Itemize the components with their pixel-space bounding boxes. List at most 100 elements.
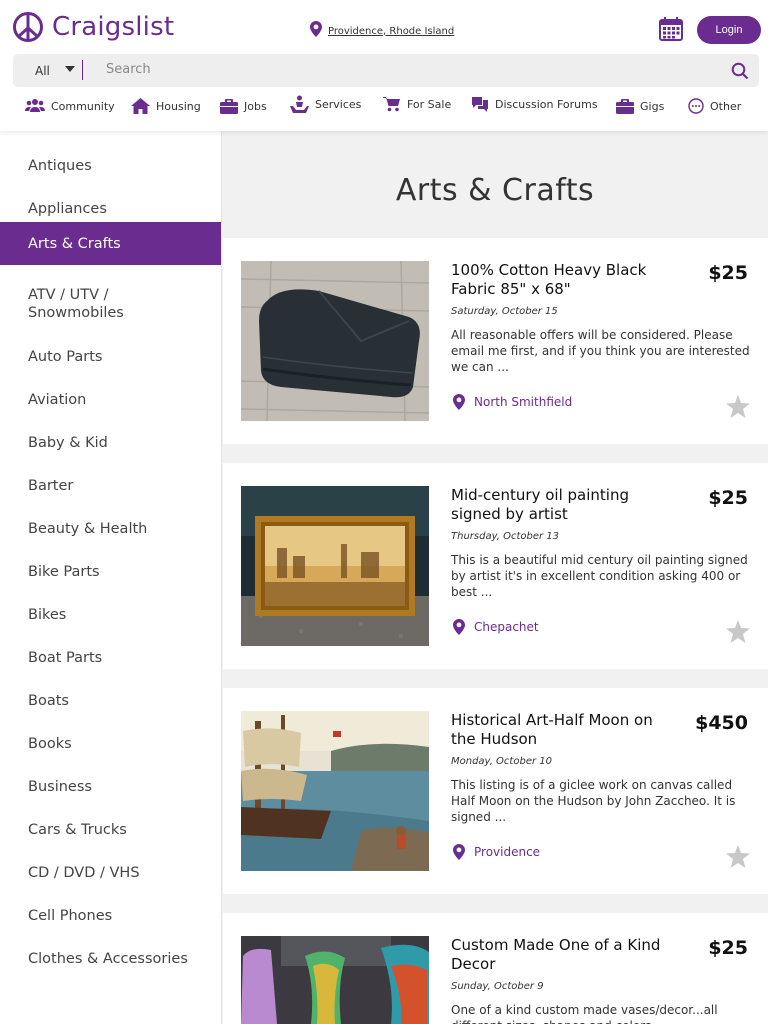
search-divider [82, 60, 83, 80]
sidebar-item-barter[interactable]: Barter [0, 464, 221, 507]
nav-label: Community [51, 99, 115, 113]
sidebar-item-books[interactable]: Books [0, 722, 221, 765]
peace-logo-icon [13, 12, 43, 42]
listing-location-label: North Smithfield [474, 395, 573, 409]
listing-image[interactable] [241, 711, 429, 871]
nav-label: Housing [156, 99, 201, 113]
nav-label: Gigs [640, 99, 665, 113]
sidebar-item-atv-utv-snowmobiles[interactable]: ATV / UTV / Snowmobiles [0, 273, 150, 335]
painting-photo [241, 486, 429, 646]
nav-item-for-sale[interactable]: For Sale [383, 93, 451, 115]
search-category-select[interactable]: All [35, 64, 50, 78]
favorite-star-icon[interactable] [726, 620, 750, 643]
community-icon [25, 99, 45, 112]
vases-photo [241, 936, 429, 1024]
favorite-star-icon[interactable] [726, 845, 750, 868]
listing-title[interactable]: Custom Made One of a Kind Decor [451, 936, 681, 974]
listing-location-label: Providence [474, 845, 541, 859]
listing-card[interactable]: 100% Cotton Heavy Black Fabric 85" x 68"… [223, 238, 768, 444]
header: Craigslist Providence, Rhode Island Logi… [0, 0, 768, 131]
nav-item-discussion-forums[interactable]: Discussion Forums [471, 93, 598, 115]
cart-icon [383, 97, 400, 112]
listing-price: $450 [695, 712, 748, 734]
sidebar-item-business[interactable]: Business [0, 765, 221, 808]
sidebar-item-bikes[interactable]: Bikes [0, 593, 221, 636]
category-sidebar: Antiques Appliances Arts & Crafts ATV / UTV… [0, 131, 222, 1024]
listing-description: One of a kind custom made vases/decor...… [451, 1003, 718, 1024]
sidebar-item-antiques[interactable]: Antiques [0, 144, 221, 187]
nav-item-community[interactable]: Community [25, 95, 115, 117]
nav-item-services[interactable]: Services [290, 93, 361, 115]
sidebar-item-cell-phones[interactable]: Cell Phones [0, 894, 221, 937]
listing-card[interactable]: Custom Made One of a Kind Decor $25 Sund… [223, 913, 768, 1024]
listing-date: Thursday, October 13 [451, 531, 560, 542]
listing-card[interactable]: Mid-century oil painting signed by artis… [223, 463, 768, 669]
briefcase-icon [616, 98, 634, 114]
location-pin-icon [453, 619, 465, 635]
favorite-star-icon[interactable] [726, 395, 750, 418]
location-selector[interactable]: Providence, Rhode Island [310, 21, 454, 37]
location-link[interactable]: Providence, Rhode Island [328, 26, 454, 37]
nav-item-other[interactable]: Other [688, 95, 741, 117]
listing-title[interactable]: 100% Cotton Heavy Black Fabric 85" x 68" [451, 261, 681, 299]
search-icon[interactable] [731, 62, 749, 80]
sidebar-item-boat-parts[interactable]: Boat Parts [0, 636, 221, 679]
location-pin-icon [453, 394, 465, 410]
sidebar-item-cars-trucks[interactable]: Cars & Trucks [0, 808, 221, 851]
listing-image[interactable] [241, 261, 429, 421]
listing-location-label: Chepachet [474, 620, 539, 634]
nav-label: For Sale [407, 97, 452, 111]
listing-title[interactable]: Mid-century oil painting signed by artis… [451, 486, 681, 524]
chat-icon [472, 96, 488, 112]
location-pin-icon [453, 844, 465, 860]
sidebar-item-boats[interactable]: Boats [0, 679, 221, 722]
login-button[interactable]: Login [697, 16, 761, 44]
listing-card[interactable]: Historical Art-Half Moon on the Hudson $… [223, 688, 768, 894]
nav-label: Discussion Forums [495, 97, 598, 111]
listings-panel: Arts & Crafts 100% Cotton Heavy Black Fa… [222, 131, 768, 1024]
nav-item-gigs[interactable]: Gigs [616, 95, 664, 117]
listing-title[interactable]: Historical Art-Half Moon on the Hudson [451, 711, 681, 749]
listing-location: Chepachet [453, 618, 539, 636]
location-pin-icon [310, 21, 322, 37]
sidebar-item-aviation[interactable]: Aviation [0, 378, 221, 421]
fabric-photo [241, 261, 429, 421]
nav-item-jobs[interactable]: Jobs [220, 95, 267, 117]
more-icon [688, 98, 704, 114]
listing-date: Monday, October 10 [451, 756, 552, 767]
nav-label: Jobs [244, 99, 267, 113]
sidebar-item-cd-dvd-vhs[interactable]: CD / DVD / VHS [0, 851, 221, 894]
sidebar-item-beauty-health[interactable]: Beauty & Health [0, 507, 221, 550]
logo-text: Craigslist [52, 12, 175, 42]
nav-item-housing[interactable]: Housing [131, 95, 201, 117]
nav-label: Other [710, 99, 742, 113]
search-bar: All Search [13, 54, 759, 87]
listing-image[interactable] [241, 936, 429, 1024]
page-title: Arts & Crafts [395, 173, 595, 208]
listing-price: $25 [708, 487, 748, 509]
house-icon [131, 98, 150, 114]
calendar-icon[interactable] [658, 16, 684, 42]
listing-description: All reasonable offers will be considered… [451, 328, 750, 374]
ship-painting-photo [241, 711, 429, 871]
listing-image[interactable] [241, 486, 429, 646]
services-icon [290, 95, 309, 113]
sidebar-item-auto-parts[interactable]: Auto Parts [0, 335, 221, 378]
listing-date: Sunday, October 9 [451, 981, 544, 992]
listing-location: Providence [453, 843, 540, 861]
logo[interactable]: Craigslist [12, 11, 174, 43]
sidebar-item-arts-crafts[interactable]: Arts & Crafts [0, 222, 221, 265]
sidebar-item-baby-kid[interactable]: Baby & Kid [0, 421, 221, 464]
briefcase-icon [220, 98, 238, 114]
category-nav: Community Housing Jobs Services For Sale… [0, 95, 768, 119]
listing-date: Saturday, October 15 [451, 306, 558, 317]
chevron-down-icon[interactable] [64, 64, 76, 74]
sidebar-item-bike-parts[interactable]: Bike Parts [0, 550, 221, 593]
listing-location: North Smithfield [453, 393, 572, 411]
listing-price: $25 [708, 937, 748, 959]
listing-description: This listing is of a giclee work on canv… [451, 778, 736, 824]
sidebar-item-clothes-accessories[interactable]: Clothes & Accessories [0, 937, 221, 980]
listing-price: $25 [708, 262, 748, 284]
search-input[interactable]: Search [106, 62, 151, 77]
listing-description: This is a beautiful mid century oil pain… [451, 553, 748, 599]
